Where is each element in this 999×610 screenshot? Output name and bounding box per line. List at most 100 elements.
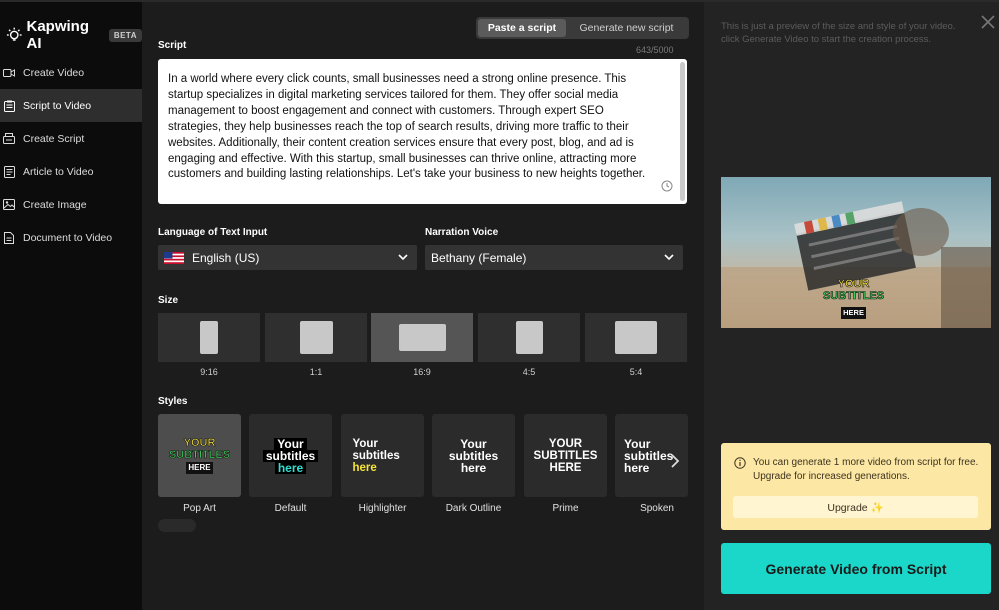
sidebar-item-label: Document to Video	[23, 231, 113, 244]
chevron-down-icon	[398, 254, 408, 261]
sidebar-nav: Create Video Script to Video Create Scri…	[0, 56, 142, 254]
aspect-ratio-shape	[299, 321, 333, 354]
preview-note: This is just a preview of the size and s…	[721, 21, 956, 45]
article-icon	[2, 165, 16, 179]
aspect-ratio-shape	[515, 321, 543, 354]
style-preview-line: subtitles	[448, 448, 499, 463]
language-label: Language of Text Input	[158, 227, 268, 238]
style-preview-line: HERE	[186, 462, 213, 474]
style-label-highlighter: Highlighter	[358, 503, 407, 514]
style-option-dark-outline[interactable]: Your subtitles here	[432, 414, 515, 497]
size-option-5-4[interactable]	[585, 313, 687, 362]
style-preview-line: Your	[352, 437, 378, 450]
voice-label: Narration Voice	[425, 227, 499, 238]
voice-select[interactable]: Bethany (Female)	[425, 245, 683, 270]
sidebar-item-script-to-video[interactable]: Script to Video	[0, 89, 142, 122]
size-label-9-16: 9:16	[200, 367, 218, 377]
script-textarea[interactable]: In a world where every click counts, sma…	[158, 59, 687, 204]
style-preview-line: here	[274, 461, 307, 474]
sidebar-item-create-script[interactable]: Create Script	[0, 122, 142, 155]
style-preview-line: YOUR	[548, 437, 583, 450]
sidebar-item-create-video[interactable]: Create Video	[0, 56, 142, 89]
upgrade-notice: You can generate 1 more video from scrip…	[721, 443, 991, 530]
size-label-1-1: 1:1	[309, 367, 323, 377]
sidebar-item-article-to-video[interactable]: Article to Video	[0, 155, 142, 188]
style-preview-line: Your	[274, 437, 307, 450]
style-preview-line: subtitles	[352, 449, 400, 462]
script-label: Script	[158, 40, 187, 51]
style-preview-line: here	[460, 460, 487, 475]
voice-value: Bethany (Female)	[431, 250, 527, 265]
style-preview-line: YOUR	[183, 437, 216, 450]
style-preview-line: here	[624, 460, 650, 475]
style-option-highlighter[interactable]: Your subtitles here	[341, 414, 424, 497]
style-preview-line: subtitles	[262, 449, 319, 462]
style-label-default: Default	[274, 503, 307, 514]
chevron-down-icon	[664, 254, 674, 261]
size-option-9-16[interactable]	[158, 313, 260, 362]
sidebar-item-label: Create Script	[23, 132, 85, 145]
us-flag-icon	[164, 251, 184, 264]
main-panel: Paste a script Generate new script Scrip…	[142, 0, 704, 610]
video-preview: YOUR SUBTITLES HERE	[721, 177, 991, 328]
script-text: In a world where every click counts, sma…	[168, 73, 646, 181]
style-preview-line: HERE	[549, 461, 582, 474]
language-value: English (US)	[192, 250, 260, 265]
info-icon	[734, 457, 746, 469]
sidebar-item-document-to-video[interactable]: Document to Video	[0, 221, 142, 254]
chevron-right-icon[interactable]	[670, 454, 680, 468]
video-camera-icon	[2, 66, 16, 80]
beta-badge: BETA	[108, 28, 142, 42]
size-label: Size	[158, 295, 179, 306]
size-label-4-5: 4:5	[522, 367, 536, 377]
mode-toggle: Paste a script Generate new script	[476, 17, 689, 39]
language-select[interactable]: English (US)	[158, 245, 417, 270]
char-counter: 643/5000	[636, 45, 674, 55]
clipboard-icon	[2, 99, 16, 113]
aspect-ratio-shape	[615, 321, 657, 354]
upgrade-button[interactable]: Upgrade ✨	[733, 496, 978, 518]
styles-label: Styles	[158, 396, 188, 407]
style-option-pop-art[interactable]: YOUR SUBTITLES HERE	[158, 414, 241, 497]
history-icon[interactable]	[661, 180, 673, 192]
style-preview-line: SUBTITLES	[533, 449, 598, 462]
tab-generate-script[interactable]: Generate new script	[566, 19, 687, 37]
aspect-ratio-shape	[200, 321, 218, 354]
styles-scrollbar[interactable]	[158, 519, 196, 532]
aspect-ratio-shape	[398, 324, 446, 351]
script-icon	[2, 132, 16, 146]
size-label-16-9: 16:9	[413, 367, 431, 377]
style-label-dark-outline: Dark Outline	[445, 503, 502, 514]
upgrade-notice-text: You can generate 1 more video from scrip…	[753, 457, 979, 482]
script-scrollbar[interactable]	[680, 62, 685, 201]
image-icon	[2, 198, 16, 212]
style-preview-line: here	[352, 461, 377, 474]
brand[interactable]: Kapwing AI BETA	[6, 18, 142, 52]
lightbulb-icon	[6, 27, 22, 41]
style-option-prime[interactable]: YOUR SUBTITLES HERE	[524, 414, 607, 497]
sidebar-item-label: Article to Video	[23, 165, 94, 178]
brand-name: Kapwing AI	[26, 18, 90, 52]
size-label-5-4: 5:4	[629, 367, 643, 377]
style-label-pop-art: Pop Art	[183, 503, 216, 514]
sidebar-item-label: Create Image	[23, 198, 87, 211]
style-label-spoken: Spoken	[640, 503, 674, 514]
style-label-prime: Prime	[552, 503, 579, 514]
sidebar: Kapwing AI BETA Create Video Script to V…	[0, 0, 142, 610]
generate-video-button[interactable]: Generate Video from Script	[721, 543, 991, 594]
style-preview-line: Your	[624, 436, 651, 451]
tab-paste-script[interactable]: Paste a script	[478, 19, 566, 37]
style-preview-line: SUBTITLES	[168, 449, 231, 462]
preview-subtitle: YOUR SUBTITLES HERE	[823, 278, 884, 320]
size-option-16-9[interactable]	[371, 313, 473, 362]
size-option-1-1[interactable]	[265, 313, 367, 362]
sidebar-item-create-image[interactable]: Create Image	[0, 188, 142, 221]
sidebar-item-label: Script to Video	[23, 99, 92, 112]
style-preview-line: subtitles	[624, 448, 674, 463]
size-option-4-5[interactable]	[478, 313, 580, 362]
preview-subtitle-line: YOUR	[837, 278, 870, 291]
style-option-default[interactable]: Your subtitles here	[249, 414, 332, 497]
sidebar-item-label: Create Video	[23, 66, 85, 79]
close-icon[interactable]	[981, 15, 995, 29]
style-preview-line: Your	[460, 436, 487, 451]
